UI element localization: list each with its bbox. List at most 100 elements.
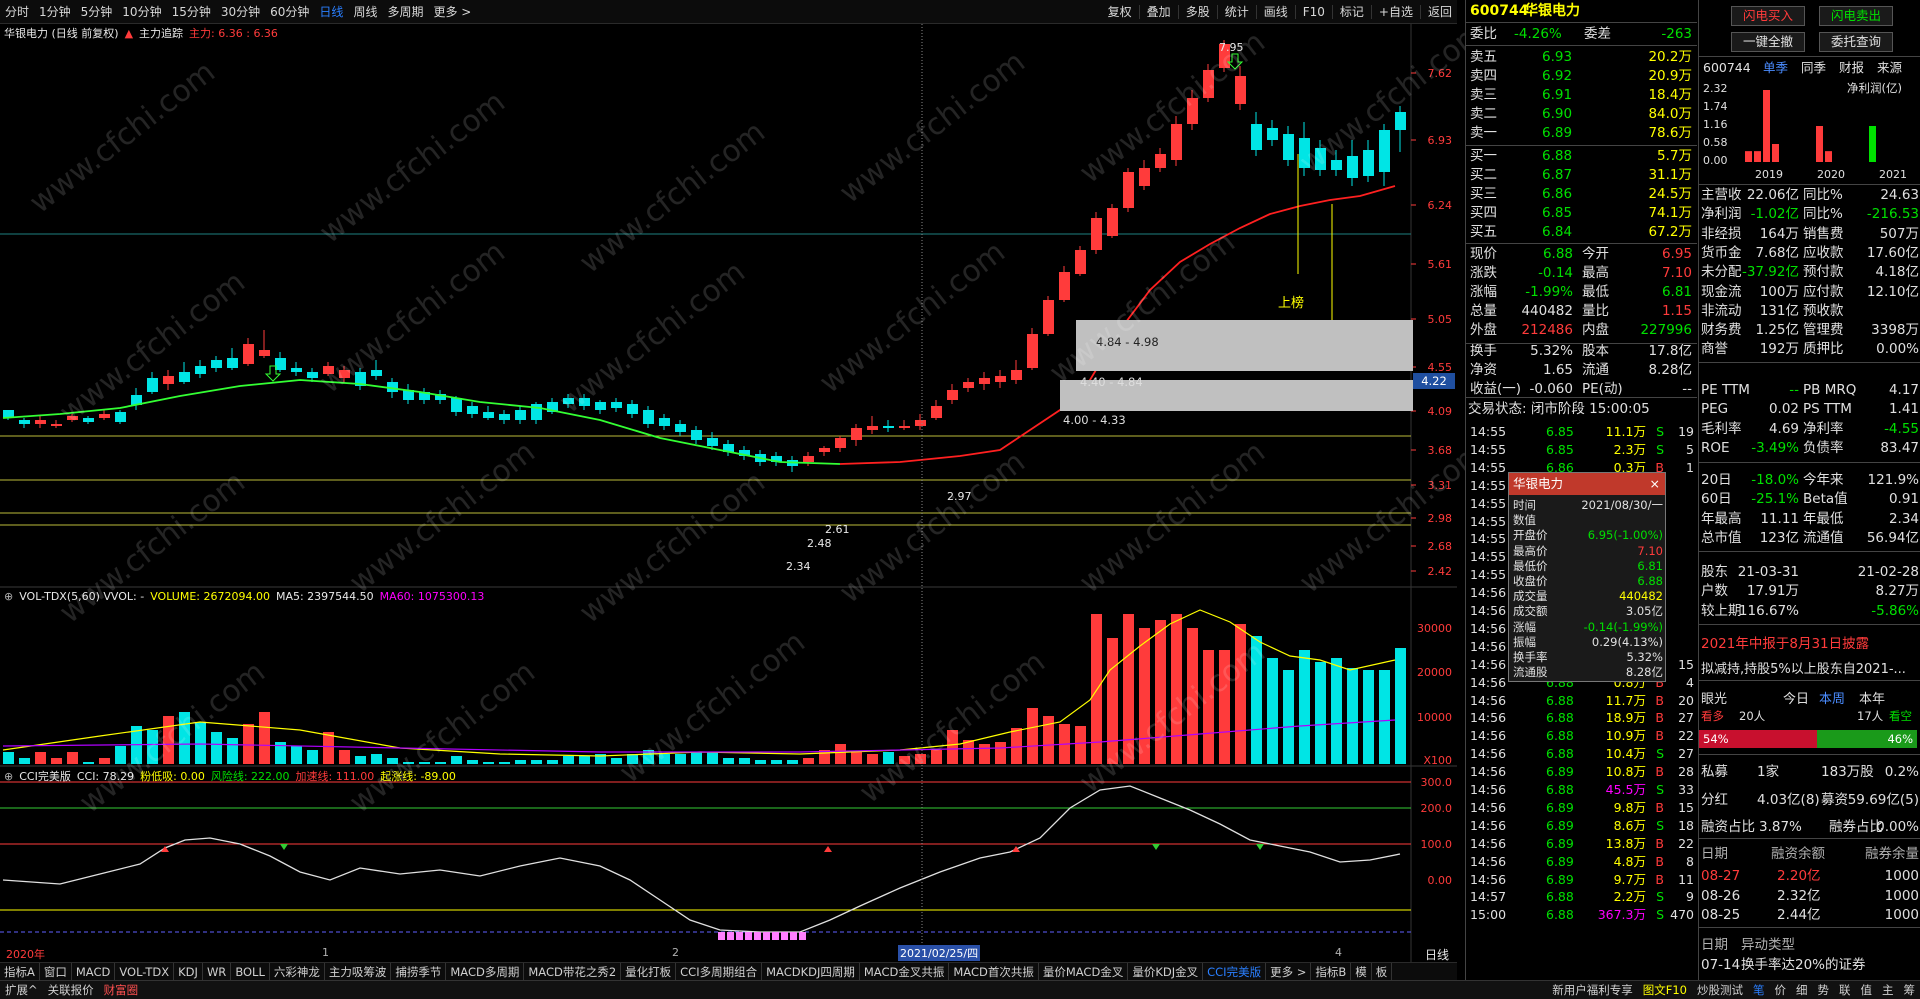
- tool-2[interactable]: 多股: [1181, 3, 1215, 20]
- flash-sell-button[interactable]: 闪电卖出: [1819, 6, 1893, 26]
- tool-6[interactable]: 标记: [1335, 3, 1369, 20]
- tool-5[interactable]: F10: [1298, 5, 1330, 19]
- status-right-0[interactable]: 新用户福利专享: [1547, 982, 1638, 998]
- period-tab-4[interactable]: 15分钟: [167, 3, 216, 20]
- divider: [1699, 551, 1920, 552]
- tool-4[interactable]: 画线: [1259, 3, 1293, 20]
- sell-volume: 84.0万: [1648, 106, 1692, 122]
- fin-tab-1[interactable]: 同季: [1801, 58, 1826, 78]
- status-right-4[interactable]: 价: [1770, 982, 1792, 998]
- period-tab-2[interactable]: 5分钟: [76, 3, 118, 20]
- buy-price[interactable]: 6.86: [1542, 185, 1572, 204]
- period-tab-8[interactable]: 周线: [348, 3, 382, 20]
- sell-price[interactable]: 6.93: [1542, 48, 1572, 67]
- tool-7[interactable]: +自选: [1374, 3, 1418, 20]
- indicator-tab-6[interactable]: BOLL: [231, 963, 270, 980]
- expand-icon[interactable]: ⊕: [4, 770, 13, 783]
- candle-body: [1283, 134, 1294, 160]
- indicator-tab-16[interactable]: MACD首次共振: [949, 963, 1039, 980]
- status-right-10[interactable]: 筹: [1899, 982, 1920, 998]
- status-right-5[interactable]: 细: [1791, 982, 1813, 998]
- indicator-tab-21[interactable]: 指标B: [1311, 963, 1352, 980]
- quote-row: 14:56 6.88 10.9万 B 22: [1466, 726, 1697, 745]
- indicator-tab-11[interactable]: MACD带花之秀2: [524, 963, 622, 980]
- fin-key: 较上期: [1701, 602, 1742, 619]
- status-right-1[interactable]: 图文F10: [1638, 982, 1692, 998]
- tooltip-row: 成交额 3.05亿: [1509, 604, 1667, 619]
- buy-price[interactable]: 6.87: [1542, 166, 1572, 185]
- status-right-9[interactable]: 主: [1877, 982, 1899, 998]
- indicator-tab-3[interactable]: VOL-TDX: [115, 963, 175, 980]
- fin-val: -3.49%: [1751, 439, 1799, 456]
- period-tab-5[interactable]: 30分钟: [216, 3, 265, 20]
- status-left-2[interactable]: 财富圈: [99, 982, 144, 998]
- quote-row: 14:56 6.88 18.9万 B 27: [1466, 708, 1697, 727]
- sell-price[interactable]: 6.91: [1542, 86, 1572, 105]
- status-right-2[interactable]: 炒股测试: [1692, 982, 1748, 998]
- stock-code: 600744: [1470, 3, 1529, 19]
- vote-today[interactable]: 今日: [1783, 688, 1809, 707]
- tool-0[interactable]: 复权: [1103, 3, 1137, 20]
- indicator-tab-14[interactable]: MACDKDJ四周期: [762, 963, 860, 980]
- status-left-0[interactable]: 扩展^: [0, 982, 43, 998]
- indicator-tab-10[interactable]: MACD多周期: [446, 963, 525, 980]
- status-right-7[interactable]: 联: [1834, 982, 1856, 998]
- fin-val: 3.87%: [1759, 819, 1802, 835]
- status-right-8[interactable]: 值: [1856, 982, 1878, 998]
- indicator-tab-7[interactable]: 六彩神龙: [270, 963, 325, 980]
- buy-price[interactable]: 6.88: [1542, 147, 1572, 166]
- indicator-tab-8[interactable]: 主力吸筹波: [325, 963, 392, 980]
- period-tab-10[interactable]: 更多 >: [428, 3, 476, 20]
- period-tab-3[interactable]: 10分钟: [117, 3, 166, 20]
- indicator-tab-1[interactable]: 窗口: [40, 963, 72, 980]
- indicator-tab-15[interactable]: MACD金叉共振: [860, 963, 950, 980]
- indicator-tab-2[interactable]: MACD: [72, 963, 116, 980]
- indicator-tab-18[interactable]: 量价KDJ金叉: [1128, 963, 1204, 980]
- fin-tab-2[interactable]: 财报: [1839, 58, 1864, 78]
- vote-year[interactable]: 本年: [1859, 688, 1885, 707]
- expand-icon[interactable]: ⊕: [4, 590, 13, 603]
- status-right-3[interactable]: 笔: [1748, 982, 1770, 998]
- fin-row: 60日 -25.1% Beta值 0.91: [1701, 489, 1920, 509]
- vote-week[interactable]: 本周: [1819, 688, 1845, 707]
- period-tab-9[interactable]: 多周期: [382, 3, 428, 20]
- fin-tab-3[interactable]: 来源: [1877, 58, 1902, 78]
- period-tab-1[interactable]: 1分钟: [34, 3, 76, 20]
- indicator-tab-9[interactable]: 捕捞季节: [391, 963, 447, 980]
- tooltip-row: 振幅 0.29(4.13%): [1509, 635, 1667, 650]
- buy-price[interactable]: 6.84: [1542, 223, 1572, 242]
- tool-separator: [1177, 4, 1179, 19]
- indicator-tab-13[interactable]: CCI多周期组合: [676, 963, 763, 980]
- indicator-tab-0[interactable]: 指标A: [0, 963, 40, 980]
- fin-tab-0[interactable]: 单季: [1763, 58, 1788, 78]
- commission-button[interactable]: 委托查询: [1819, 32, 1893, 52]
- indicator-tab-20[interactable]: 更多 >: [1266, 963, 1312, 980]
- flash-buy-button[interactable]: 闪电买入: [1731, 6, 1805, 26]
- period-tab-0[interactable]: 分时: [0, 3, 34, 20]
- indicator-tab-5[interactable]: WR: [203, 963, 232, 980]
- notice-2[interactable]: 拟减持,持股5%以上股东自2021-...: [1701, 658, 1906, 677]
- buy-price[interactable]: 6.85: [1542, 204, 1572, 223]
- indicator-tab-12[interactable]: 量化打板: [621, 963, 677, 980]
- tool-3[interactable]: 统计: [1220, 3, 1254, 20]
- sell-price[interactable]: 6.89: [1542, 124, 1572, 143]
- notice-1[interactable]: 2021年中报于8月31日披露: [1701, 632, 1869, 652]
- indicator-tab-17[interactable]: 量价MACD金叉: [1039, 963, 1129, 980]
- indicator-tab-4[interactable]: KDJ: [174, 963, 203, 980]
- status-left-1[interactable]: 关联报价: [43, 982, 99, 998]
- status-right-6[interactable]: 势: [1813, 982, 1835, 998]
- tool-8[interactable]: 返回: [1423, 3, 1457, 20]
- period-tab-7[interactable]: 日线: [314, 3, 348, 20]
- indicator-tab-19[interactable]: CCI完美版: [1203, 963, 1267, 980]
- sell-price[interactable]: 6.90: [1542, 105, 1572, 124]
- fin-row: ROE -3.49% 负债率 83.47: [1701, 438, 1920, 458]
- sell-price[interactable]: 6.92: [1542, 67, 1572, 86]
- tool-1[interactable]: 叠加: [1142, 3, 1176, 20]
- fin-row: 财务费 1.25亿 管理费 3398万: [1701, 320, 1920, 340]
- period-tab-6[interactable]: 60分钟: [265, 3, 314, 20]
- indicator-tab-23[interactable]: 板: [1372, 963, 1393, 980]
- indicator-tab-22[interactable]: 模: [1351, 963, 1372, 980]
- tooltip-key: 成交额: [1513, 604, 1548, 619]
- close-icon[interactable]: ×: [1650, 473, 1660, 495]
- cancel-all-button[interactable]: 一键全撤: [1731, 32, 1805, 52]
